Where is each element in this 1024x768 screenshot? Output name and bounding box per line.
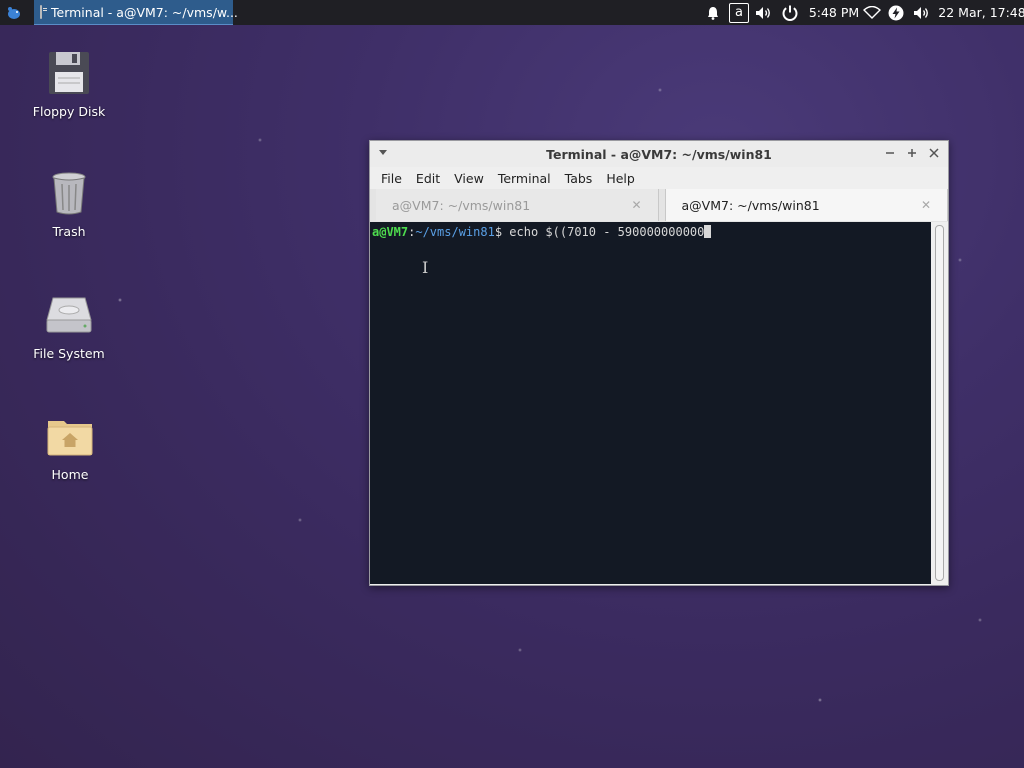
desktop-icon-label: File System [33, 346, 105, 361]
command-text: echo $((7010 - 590000000000 [502, 225, 705, 239]
menu-bar: File Edit View Terminal Tabs Help [370, 167, 948, 189]
close-button[interactable] [926, 145, 942, 161]
panel-clock-time[interactable]: 5:48 PM [806, 0, 862, 25]
tab-label: a@VM7: ~/vms/win81 [392, 197, 531, 213]
maximize-icon [908, 149, 916, 157]
minimize-icon [886, 152, 894, 154]
window-title: Terminal - a@VM7: ~/vms/win81 [546, 147, 772, 162]
taskbar-item-terminal[interactable]: Terminal - a@VM7: ~/vms/w... [34, 0, 238, 25]
whisker-menu-button[interactable] [4, 3, 24, 22]
tab-bar: a@VM7: ~/vms/win81 ✕ a@VM7: ~/vms/win81 … [370, 189, 948, 223]
tab-inactive[interactable]: a@VM7: ~/vms/win81 ✕ [376, 189, 659, 221]
prompt-user: a@VM7 [372, 225, 409, 239]
top-panel: Terminal - a@VM7: ~/vms/w... a 5:48 PM 2… [0, 0, 1024, 25]
taskbar-item-label: Terminal - a@VM7: ~/vms/w... [51, 4, 238, 20]
panel-clock-date[interactable]: 22 Mar, 17:48 [938, 0, 1024, 25]
minimize-button[interactable] [882, 145, 898, 161]
terminal-output[interactable]: a@VM7:~/vms/win81$ echo $((7010 - 590000… [370, 222, 931, 584]
tab-close-icon[interactable]: ✕ [921, 198, 931, 212]
menu-edit[interactable]: Edit [409, 171, 447, 186]
trash-icon [45, 170, 93, 218]
home-folder-icon [46, 413, 94, 461]
volume-icon[interactable] [753, 0, 775, 25]
terminal-window: Terminal - a@VM7: ~/vms/win81 File Edit … [369, 140, 949, 586]
prompt-symbol: $ [494, 225, 503, 239]
menu-tabs[interactable]: Tabs [558, 171, 600, 186]
mouse-ibeam-icon: I [422, 258, 429, 277]
keyboard-layout-label: a [729, 2, 749, 23]
desktop-icon-trash[interactable]: Trash [19, 170, 119, 239]
maximize-button[interactable] [904, 145, 920, 161]
terminal-scrollbar[interactable] [931, 222, 948, 584]
notification-bell-icon[interactable] [703, 0, 723, 25]
keyboard-layout-indicator[interactable]: a [728, 0, 750, 25]
desktop-icon-home[interactable]: Home [20, 413, 120, 482]
hard-drive-icon [45, 292, 93, 340]
desktop-icon-file-system[interactable]: File System [19, 292, 119, 361]
terminal-icon [40, 5, 47, 19]
pulseaudio-volume-icon[interactable] [911, 0, 933, 25]
tab-close-icon[interactable]: ✕ [631, 198, 641, 212]
power-icon[interactable] [779, 0, 801, 25]
desktop-icon-label: Home [51, 467, 89, 482]
close-icon [929, 148, 939, 158]
menu-help[interactable]: Help [599, 171, 642, 186]
window-titlebar[interactable]: Terminal - a@VM7: ~/vms/win81 [370, 141, 948, 167]
text-cursor [704, 225, 712, 238]
menu-terminal[interactable]: Terminal [491, 171, 558, 186]
tab-active[interactable]: a@VM7: ~/vms/win81 ✕ [664, 189, 948, 221]
prompt-line: a@VM7:~/vms/win81$ echo $((7010 - 590000… [372, 225, 712, 239]
prompt-path: ~/vms/win81 [415, 225, 495, 239]
menu-file[interactable]: File [374, 171, 409, 186]
tab-label: a@VM7: ~/vms/win81 [681, 197, 820, 213]
desktop-icon-label: Trash [52, 224, 86, 239]
desktop-icon-floppy-disk[interactable]: Floppy Disk [19, 50, 119, 119]
scrollbar-thumb[interactable] [935, 225, 944, 581]
xfce-mouse-icon [8, 6, 20, 19]
floppy-disk-icon [45, 50, 93, 98]
menu-view[interactable]: View [447, 171, 491, 186]
wifi-icon[interactable] [862, 0, 882, 25]
desktop-icon-label: Floppy Disk [32, 104, 106, 119]
battery-power-icon[interactable] [886, 0, 906, 25]
